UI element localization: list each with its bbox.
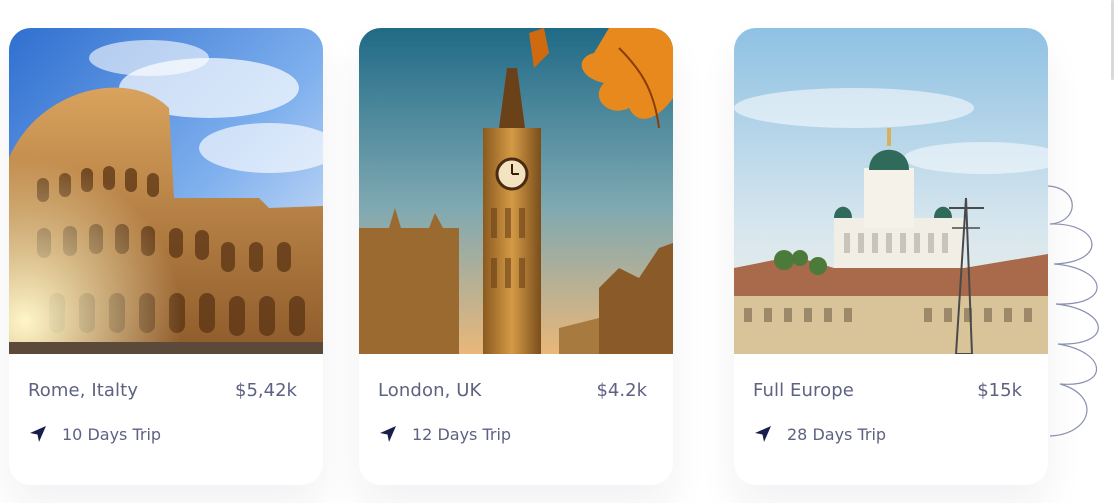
destination-name: Rome, Italty	[28, 380, 139, 401]
trip-duration-label: 12 Days Trip	[412, 424, 512, 444]
trip-duration: 10 Days Trip	[28, 422, 161, 446]
page-scrollbar[interactable]	[1109, 0, 1115, 503]
destination-card-london[interactable]: London, UK $4.2k 12 Days Trip	[359, 28, 673, 485]
trip-duration-label: 10 Days Trip	[62, 424, 162, 444]
decorative-spiral	[1047, 185, 1099, 437]
trip-duration: 12 Days Trip	[378, 422, 511, 446]
destinations-section: Rome, Italty $5,42k 10 Days Trip London,…	[0, 0, 1115, 503]
colosseum-photo	[9, 28, 323, 354]
destination-price: $4.2k	[596, 380, 647, 401]
destination-card-full-europe[interactable]: Full Europe $15k 28 Days Trip	[734, 28, 1048, 485]
trip-duration: 28 Days Trip	[753, 422, 886, 446]
destination-price: $5,42k	[235, 380, 297, 401]
trip-duration-label: 28 Days Trip	[787, 424, 887, 444]
helsinki-cathedral-photo	[734, 28, 1048, 354]
big-ben-photo	[359, 28, 673, 354]
navigation-arrow-icon	[755, 426, 771, 442]
scrollbar-thumb[interactable]	[1111, 0, 1114, 80]
destination-name: Full Europe	[753, 380, 854, 401]
destination-name: London, UK	[378, 380, 482, 401]
destination-card-rome[interactable]: Rome, Italty $5,42k 10 Days Trip	[9, 28, 323, 485]
destination-price: $15k	[977, 380, 1022, 401]
navigation-arrow-icon	[30, 426, 46, 442]
navigation-arrow-icon	[380, 426, 396, 442]
